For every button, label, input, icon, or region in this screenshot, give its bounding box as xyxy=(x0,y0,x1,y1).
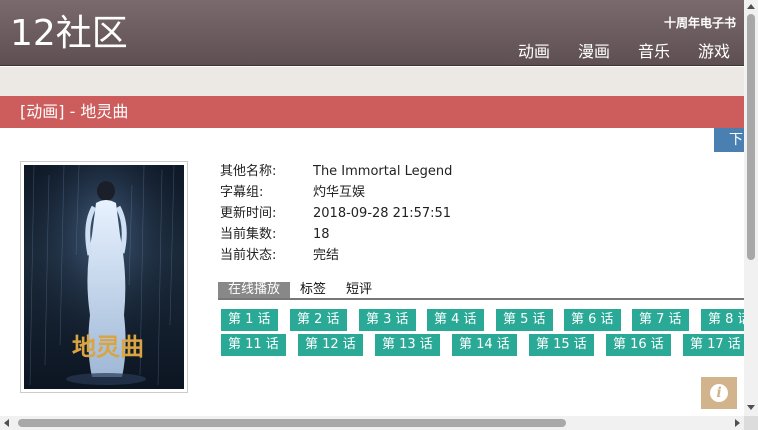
episode-button[interactable]: 第 8 话 xyxy=(701,309,744,331)
episode-button[interactable]: 第 14 话 xyxy=(452,334,517,356)
info-value: 18 xyxy=(313,227,330,242)
spacer-band xyxy=(0,67,744,96)
info-value: 灼华互娱 xyxy=(313,185,366,200)
episode-button[interactable]: 第 2 话 xyxy=(290,309,347,331)
episode-button[interactable]: 第 1 话 xyxy=(221,309,278,331)
vertical-scrollbar[interactable] xyxy=(744,0,758,416)
info-row: 当前集数: 18 xyxy=(220,227,452,248)
info-row: 更新时间: 2018-09-28 21:57:51 xyxy=(220,206,452,227)
svg-text:地灵曲: 地灵曲 xyxy=(72,332,144,361)
episode-button[interactable]: 第 7 话 xyxy=(632,309,689,331)
episode-button[interactable]: 第 13 话 xyxy=(375,334,440,356)
vertical-scroll-thumb[interactable] xyxy=(747,14,755,260)
page: 12社区 十周年电子书 动画 漫画 音乐 游戏 [动画] - 地灵曲 下 地灵曲… xyxy=(0,0,758,430)
horizontal-scroll-thumb[interactable] xyxy=(18,419,566,427)
promo-link[interactable]: 十周年电子书 xyxy=(664,14,736,31)
info-label: 更新时间: xyxy=(220,206,277,221)
horizontal-scrollbar[interactable] xyxy=(0,416,744,430)
poster-image[interactable]: 地灵曲 xyxy=(24,165,184,389)
page-title: [动画] - 地灵曲 xyxy=(0,96,744,128)
info-button[interactable]: i xyxy=(701,377,737,409)
site-logo[interactable]: 12社区 xyxy=(10,14,128,54)
info-row: 其他名称: The Immortal Legend xyxy=(220,164,452,185)
episode-button[interactable]: 第 3 话 xyxy=(359,309,416,331)
info-label: 其他名称: xyxy=(220,164,277,179)
anime-info: 其他名称: The Immortal Legend 字幕组: 灼华互娱 更新时间… xyxy=(220,164,452,269)
nav-item-comic[interactable]: 漫画 xyxy=(578,38,610,62)
content-tabs: 在线播放 标签 短评 xyxy=(218,282,744,300)
info-label: 当前状态: xyxy=(220,248,277,263)
main-nav: 动画 漫画 音乐 游戏 xyxy=(518,38,730,62)
tab-online-play[interactable]: 在线播放 xyxy=(218,282,291,298)
nav-item-anime[interactable]: 动画 xyxy=(518,38,550,62)
episode-button[interactable]: 第 15 话 xyxy=(529,334,594,356)
episode-button[interactable]: 第 17 话 xyxy=(683,334,744,356)
info-icon: i xyxy=(710,384,728,402)
nav-item-music[interactable]: 音乐 xyxy=(638,38,670,62)
episode-button[interactable]: 第 12 话 xyxy=(298,334,363,356)
episode-button[interactable]: 第 16 话 xyxy=(606,334,671,356)
poster-artwork: 地灵曲 xyxy=(24,165,184,389)
info-value: 2018-09-28 21:57:51 xyxy=(313,206,452,221)
poster-frame: 地灵曲 xyxy=(20,161,188,393)
info-row: 当前状态: 完结 xyxy=(220,248,452,269)
info-label: 当前集数: xyxy=(220,227,277,242)
tab-tags[interactable]: 标签 xyxy=(290,282,336,298)
episode-button[interactable]: 第 5 话 xyxy=(496,309,553,331)
episode-button[interactable]: 第 11 话 xyxy=(221,334,286,356)
episode-button[interactable]: 第 4 话 xyxy=(427,309,484,331)
info-value: The Immortal Legend xyxy=(313,164,453,179)
site-header: 12社区 十周年电子书 动画 漫画 音乐 游戏 xyxy=(0,0,744,66)
download-button[interactable]: 下 xyxy=(714,128,744,152)
info-value: 完结 xyxy=(313,248,340,263)
episode-button[interactable]: 第 6 话 xyxy=(564,309,621,331)
scroll-corner xyxy=(744,416,758,430)
info-label: 字幕组: xyxy=(220,185,264,200)
info-row: 字幕组: 灼华互娱 xyxy=(220,185,452,206)
tab-reviews[interactable]: 短评 xyxy=(336,282,382,298)
nav-item-game[interactable]: 游戏 xyxy=(698,38,730,62)
